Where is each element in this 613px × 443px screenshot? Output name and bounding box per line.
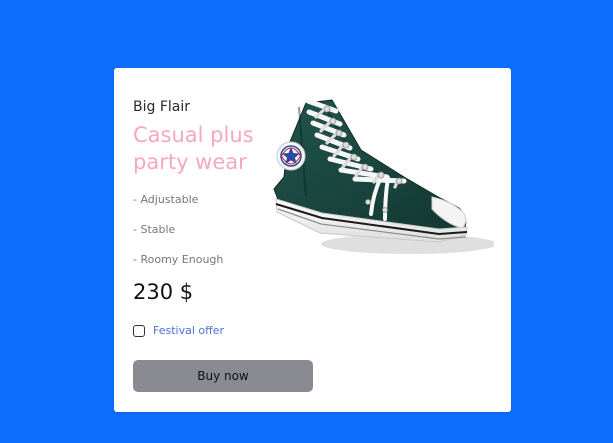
feature-item: - Adjustable: [133, 193, 199, 206]
product-card: Big Flair Casual plus party wear - Adjus…: [114, 68, 511, 412]
sneaker-illustration: [273, 98, 494, 254]
sneaker-image: [264, 93, 494, 268]
brand-name: Big Flair: [133, 99, 190, 115]
product-title: Casual plus party wear: [133, 123, 254, 174]
festival-offer-label[interactable]: Festival offer: [153, 324, 224, 337]
buy-now-button[interactable]: Buy now: [133, 360, 313, 392]
festival-offer-checkbox[interactable]: [133, 324, 145, 337]
price-label: 230 $: [133, 280, 194, 304]
feature-item: - Roomy Enough: [133, 253, 224, 266]
festival-offer-option[interactable]: Festival offer: [133, 324, 224, 337]
feature-item: - Stable: [133, 223, 176, 236]
feature-list: - Adjustable - Stable - Roomy Enough: [133, 193, 223, 283]
